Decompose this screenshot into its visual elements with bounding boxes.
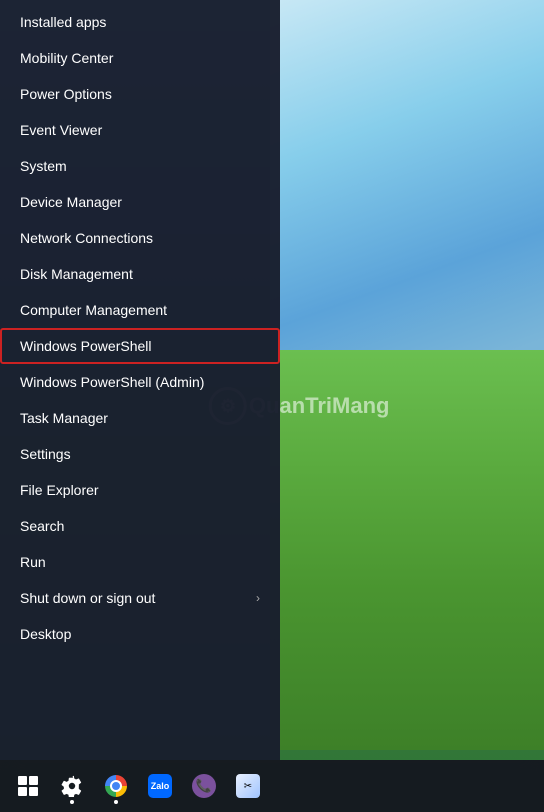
taskbar-chrome-icon[interactable] xyxy=(96,766,136,806)
menu-item-disk-management[interactable]: Disk Management xyxy=(0,256,280,292)
menu-item-settings[interactable]: Settings xyxy=(0,436,280,472)
windows-logo-icon xyxy=(18,776,38,796)
menu-item-label-run: Run xyxy=(20,554,46,570)
menu-item-event-viewer[interactable]: Event Viewer xyxy=(0,112,280,148)
menu-item-label-windows-powershell-admin: Windows PowerShell (Admin) xyxy=(20,374,204,390)
menu-item-power-options[interactable]: Power Options xyxy=(0,76,280,112)
zalo-logo-icon: Zalo xyxy=(148,774,172,798)
menu-item-desktop[interactable]: Desktop xyxy=(0,616,280,652)
menu-item-network-connections[interactable]: Network Connections xyxy=(0,220,280,256)
menu-item-label-desktop: Desktop xyxy=(20,626,71,642)
menu-item-computer-management[interactable]: Computer Management xyxy=(0,292,280,328)
menu-item-label-event-viewer: Event Viewer xyxy=(20,122,102,138)
app-logo-icon: ✂ xyxy=(236,774,260,798)
chevron-right-icon: › xyxy=(256,591,260,605)
menu-item-mobility-center[interactable]: Mobility Center xyxy=(0,40,280,76)
menu-item-windows-powershell-admin[interactable]: Windows PowerShell (Admin) xyxy=(0,364,280,400)
menu-item-windows-powershell[interactable]: Windows PowerShell xyxy=(0,328,280,364)
menu-item-label-system: System xyxy=(20,158,67,174)
menu-item-label-shut-down: Shut down or sign out xyxy=(20,590,155,606)
taskbar-settings-dot xyxy=(70,800,74,804)
menu-item-task-manager[interactable]: Task Manager xyxy=(0,400,280,436)
menu-item-shut-down[interactable]: Shut down or sign out › xyxy=(0,580,280,616)
menu-item-device-manager[interactable]: Device Manager xyxy=(0,184,280,220)
menu-item-label-device-manager: Device Manager xyxy=(20,194,122,210)
menu-item-label-windows-powershell: Windows PowerShell xyxy=(20,338,152,354)
gear-icon xyxy=(61,775,83,797)
taskbar-app-icon[interactable]: ✂ xyxy=(228,766,268,806)
menu-item-installed-apps[interactable]: Installed apps xyxy=(0,4,280,40)
menu-item-label-task-manager: Task Manager xyxy=(20,410,108,426)
menu-item-search[interactable]: Search xyxy=(0,508,280,544)
menu-item-label-network-connections: Network Connections xyxy=(20,230,153,246)
taskbar-chrome-dot xyxy=(114,800,118,804)
viber-logo-icon: 📞 xyxy=(192,774,216,798)
taskbar-zalo-icon[interactable]: Zalo xyxy=(140,766,180,806)
menu-item-label-settings: Settings xyxy=(20,446,71,462)
menu-item-label-file-explorer: File Explorer xyxy=(20,482,99,498)
menu-item-label-mobility-center: Mobility Center xyxy=(20,50,113,66)
taskbar-settings-icon[interactable] xyxy=(52,766,92,806)
context-menu: Installed apps Mobility Center Power Optio… xyxy=(0,0,280,760)
menu-item-label-power-options: Power Options xyxy=(20,86,112,102)
menu-item-label-computer-management: Computer Management xyxy=(20,302,167,318)
menu-item-label-search: Search xyxy=(20,518,64,534)
chrome-logo-icon xyxy=(105,775,127,797)
taskbar: Zalo 📞 ✂ xyxy=(0,760,544,812)
menu-item-label-disk-management: Disk Management xyxy=(20,266,133,282)
taskbar-viber-icon[interactable]: 📞 xyxy=(184,766,224,806)
menu-item-file-explorer[interactable]: File Explorer xyxy=(0,472,280,508)
menu-item-system[interactable]: System xyxy=(0,148,280,184)
menu-item-run[interactable]: Run xyxy=(0,544,280,580)
menu-item-label-installed-apps: Installed apps xyxy=(20,14,106,30)
taskbar-start-button[interactable] xyxy=(8,766,48,806)
